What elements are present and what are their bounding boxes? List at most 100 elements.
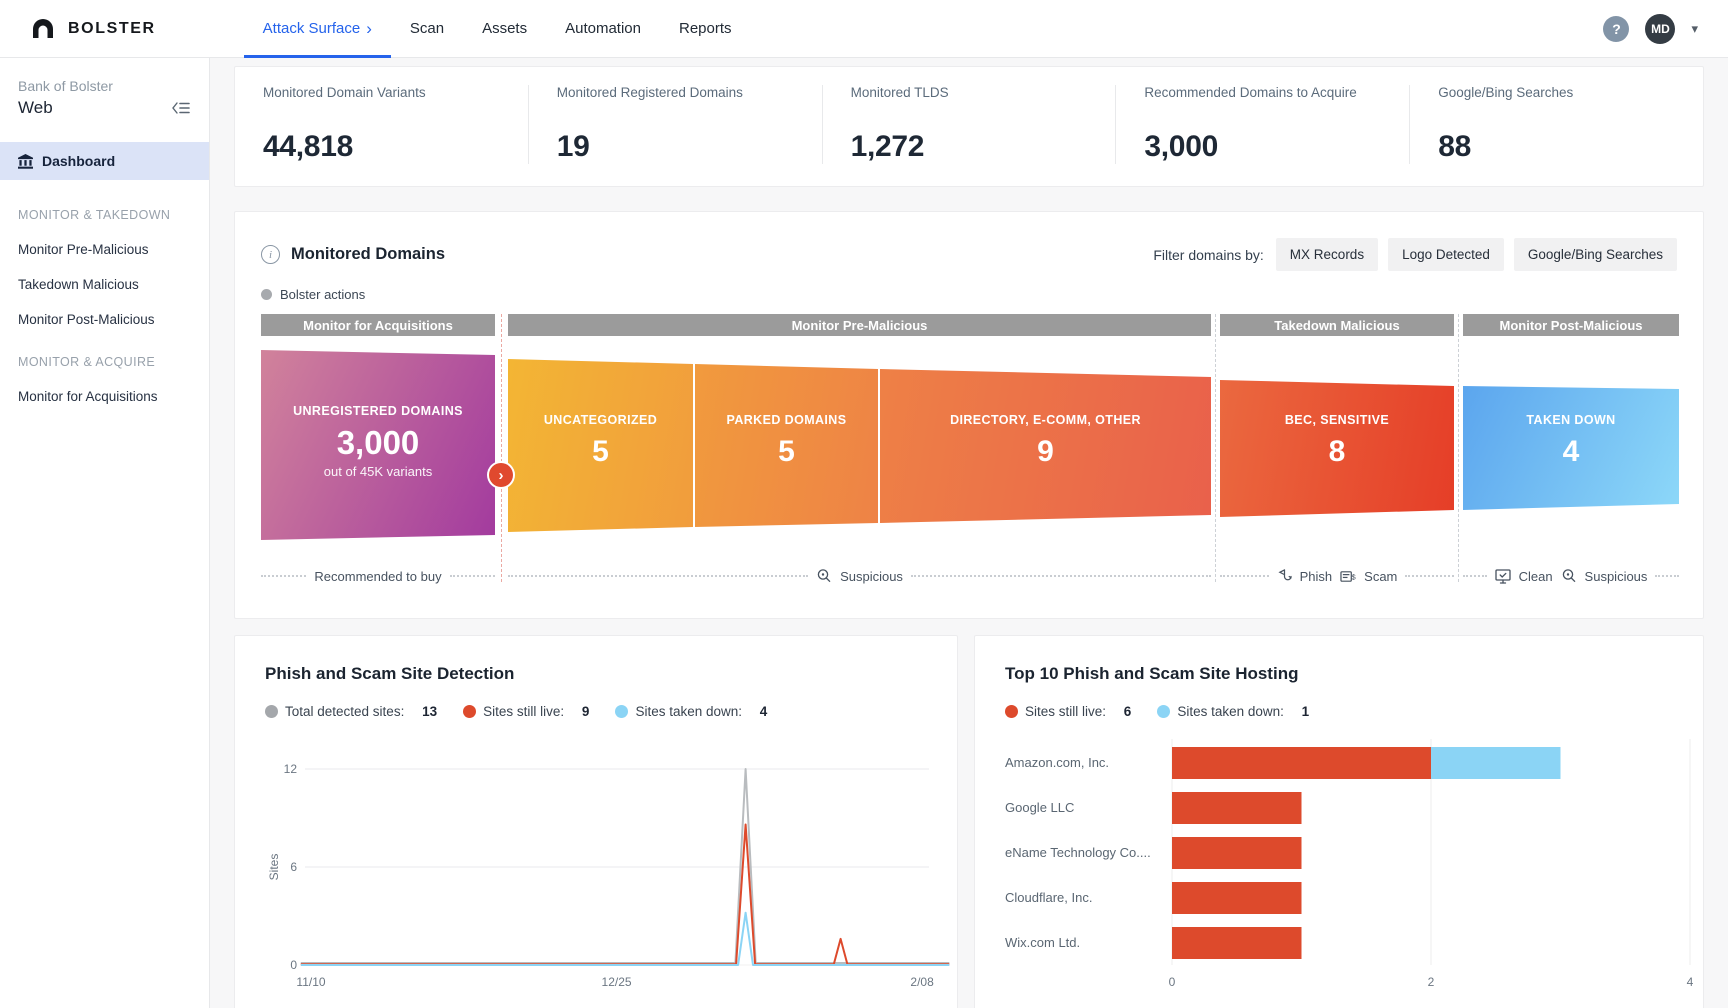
filter-logo-detected-button[interactable]: Logo Detected xyxy=(1388,238,1504,271)
column-header-takedown-malicious: Takedown Malicious xyxy=(1220,314,1454,336)
top-hosting-card: Top 10 Phish and Scam Site Hosting Sites… xyxy=(974,635,1704,1008)
brand-name: BOLSTER xyxy=(68,20,156,38)
legend-dot-icon xyxy=(615,705,628,718)
main-content: Monitored Domain Variants 44,818 Monitor… xyxy=(210,58,1728,1008)
brand[interactable]: BOLSTER xyxy=(30,17,156,41)
clean-monitor-icon xyxy=(1495,569,1511,584)
domains-funnel: Monitor for Acquisitions Monitor Pre-Mal… xyxy=(261,314,1677,594)
avatar[interactable]: MD xyxy=(1645,14,1675,44)
svg-text:Wix.com Ltd.: Wix.com Ltd. xyxy=(1005,935,1080,950)
filter-label: Filter domains by: xyxy=(1153,247,1263,263)
legend-sites-taken-down: Sites taken down: 4 xyxy=(615,704,767,719)
nav-item-automation[interactable]: Automation xyxy=(546,0,660,58)
footer-acquisitions: Recommended to buy xyxy=(261,564,495,588)
sidebar-section-monitor-acquire: MONITOR & ACQUIRE xyxy=(18,355,191,369)
nav-item-attack-surface[interactable]: Attack Surface › xyxy=(244,0,391,58)
svg-text:12: 12 xyxy=(284,762,298,776)
column-header-monitor-for-acquisitions: Monitor for Acquisitions xyxy=(261,314,495,336)
bolster-logo-icon xyxy=(30,17,56,41)
footer-takedown: Phish $ Scam xyxy=(1220,564,1454,588)
collapse-sidebar-icon[interactable] xyxy=(171,99,191,117)
funnel-block-unregistered-domains[interactable]: UNREGISTERED DOMAINS 3,000 out of 45K va… xyxy=(261,336,495,546)
svg-text:Amazon.com, Inc.: Amazon.com, Inc. xyxy=(1005,755,1109,770)
funnel-block-uncategorized[interactable]: UNCATEGORIZED 5 xyxy=(508,336,693,546)
sidebar: Bank of Bolster Web Dashboard MONITOR & … xyxy=(0,58,210,1008)
svg-text:eName Technology Co....: eName Technology Co.... xyxy=(1005,845,1151,860)
info-icon[interactable]: i xyxy=(261,245,280,264)
legend-dot-icon xyxy=(463,705,476,718)
bolster-actions-label: Bolster actions xyxy=(280,287,365,302)
nav-item-scan[interactable]: Scan xyxy=(391,0,463,58)
filter-google-bing-button[interactable]: Google/Bing Searches xyxy=(1514,238,1677,271)
suspicious-magnifier-icon xyxy=(816,568,832,584)
sidebar-item-monitor-pre-malicious[interactable]: Monitor Pre-Malicious xyxy=(0,242,209,257)
top-nav: BOLSTER Attack Surface › Scan Assets Aut… xyxy=(0,0,1728,58)
legend-total-detected: Total detected sites: 13 xyxy=(265,704,437,719)
sidebar-item-dashboard[interactable]: Dashboard xyxy=(0,142,209,180)
sidebar-section-monitor-takedown: MONITOR & TAKEDOWN xyxy=(18,208,191,222)
phish-scam-detection-card: Phish and Scam Site Detection Total dete… xyxy=(234,635,958,1008)
funnel-block-parked-domains[interactable]: PARKED DOMAINS 5 xyxy=(695,336,878,546)
legend-dot-icon xyxy=(1157,705,1170,718)
help-icon[interactable]: ? xyxy=(1603,16,1629,42)
legend-sites-still-live: Sites still live: 9 xyxy=(463,704,589,719)
chevron-right-icon: › xyxy=(366,20,372,37)
scam-icon: $ xyxy=(1340,569,1356,584)
monitored-domains-title: Monitored Domains xyxy=(291,245,445,264)
legend-dot-icon xyxy=(265,705,278,718)
workspace-name: Web xyxy=(18,98,53,118)
sidebar-item-takedown-malicious[interactable]: Takedown Malicious xyxy=(0,277,209,292)
svg-text:Cloudflare, Inc.: Cloudflare, Inc. xyxy=(1005,890,1092,905)
detection-chart-legend: Total detected sites: 13 Sites still liv… xyxy=(265,704,927,719)
org-name: Bank of Bolster xyxy=(0,78,209,94)
funnel-block-directory-ecomm-other[interactable]: DIRECTORY, E-COMM, OTHER 9 xyxy=(880,336,1211,546)
stat-monitored-domain-variants: Monitored Domain Variants 44,818 xyxy=(235,85,528,164)
svg-text:0: 0 xyxy=(1169,975,1176,989)
sidebar-item-monitor-post-malicious[interactable]: Monitor Post-Malicious xyxy=(0,312,209,327)
hosting-bar-chart: 0 2 4 Amazon.com, Inc. Google LLC eName Techn… xyxy=(1005,733,1705,995)
svg-text:$: $ xyxy=(1352,572,1357,581)
sidebar-item-label: Dashboard xyxy=(42,153,115,169)
stat-value: 44,818 xyxy=(263,130,528,164)
funnel-block-bec-sensitive[interactable]: BEC, SENSITIVE 8 xyxy=(1220,336,1454,546)
column-header-monitor-post-malicious: Monitor Post-Malicious xyxy=(1463,314,1679,336)
svg-text:6: 6 xyxy=(290,860,297,874)
monitored-domains-card: i Monitored Domains Filter domains by: M… xyxy=(234,211,1704,619)
stat-monitored-registered-domains: Monitored Registered Domains 19 xyxy=(528,85,822,164)
hosting-chart-title: Top 10 Phish and Scam Site Hosting xyxy=(1005,664,1673,684)
stat-value: 19 xyxy=(557,130,822,164)
primary-nav: Attack Surface › Scan Assets Automation … xyxy=(244,0,751,58)
nav-item-reports[interactable]: Reports xyxy=(660,0,751,58)
svg-text:0: 0 xyxy=(290,958,297,972)
detection-chart-title: Phish and Scam Site Detection xyxy=(265,664,927,684)
nav-item-assets[interactable]: Assets xyxy=(463,0,546,58)
stat-value: 1,272 xyxy=(851,130,1116,164)
funnel-block-taken-down[interactable]: TAKEN DOWN 4 xyxy=(1463,336,1679,546)
detection-line-chart: 061211/1012/252/08Sites xyxy=(265,733,929,995)
svg-text:4: 4 xyxy=(1687,975,1694,989)
dashboard-icon xyxy=(18,154,33,169)
stat-recommended-domains: Recommended Domains to Acquire 3,000 xyxy=(1115,85,1409,164)
stats-card: Monitored Domain Variants 44,818 Monitor… xyxy=(234,66,1704,187)
svg-text:2: 2 xyxy=(1428,975,1435,989)
expand-acquisitions-icon[interactable]: › xyxy=(489,463,513,487)
legend-sites-still-live: Sites still live: 6 xyxy=(1005,704,1131,719)
suspicious-magnifier-icon xyxy=(1561,568,1577,584)
hosting-chart-legend: Sites still live: 6 Sites taken down: 1 xyxy=(1005,704,1673,719)
svg-text:Sites: Sites xyxy=(267,854,281,881)
filter-mx-records-button[interactable]: MX Records xyxy=(1276,238,1378,271)
svg-text:12/25: 12/25 xyxy=(602,975,632,989)
stat-monitored-tlds: Monitored TLDS 1,272 xyxy=(822,85,1116,164)
sidebar-item-monitor-for-acquisitions[interactable]: Monitor for Acquisitions xyxy=(0,389,209,404)
bolster-actions-dot-icon xyxy=(261,289,272,300)
legend-sites-taken-down: Sites taken down: 1 xyxy=(1157,704,1309,719)
footer-pre-malicious: Suspicious xyxy=(508,564,1211,588)
footer-post-malicious: Clean Suspicious xyxy=(1463,564,1679,588)
svg-text:2/08: 2/08 xyxy=(910,975,934,989)
phish-icon xyxy=(1277,569,1292,584)
svg-text:11/10: 11/10 xyxy=(296,975,325,989)
chevron-down-icon[interactable]: ▾ xyxy=(1691,21,1698,37)
stat-value: 3,000 xyxy=(1144,130,1409,164)
svg-text:Google LLC: Google LLC xyxy=(1005,800,1074,815)
column-header-monitor-pre-malicious: Monitor Pre-Malicious xyxy=(508,314,1211,336)
